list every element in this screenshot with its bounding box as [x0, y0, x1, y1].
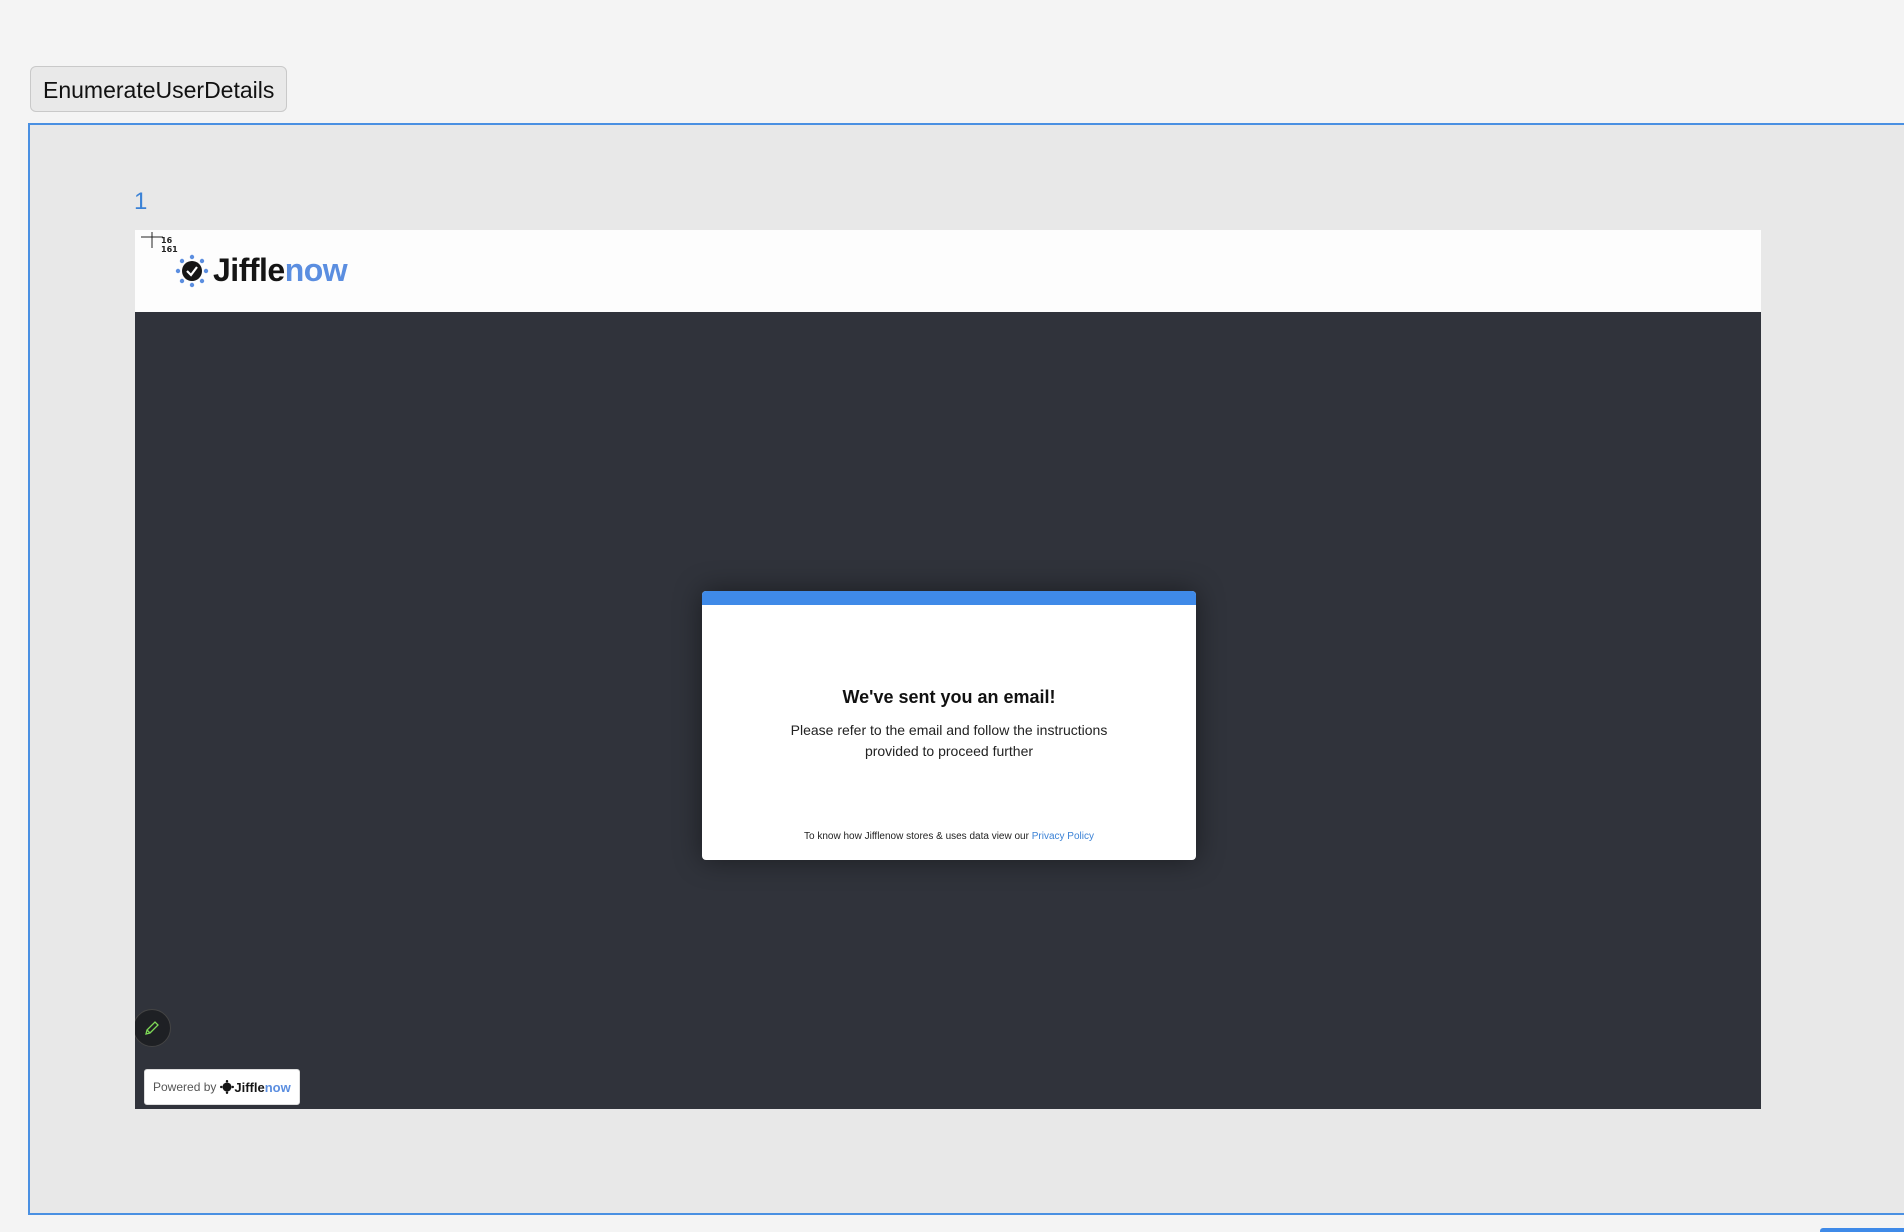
modal-accent-bar	[702, 591, 1196, 605]
powered-by-label: Powered by	[153, 1080, 217, 1094]
tab-enumerate-user-details[interactable]: EnumerateUserDetails	[30, 66, 288, 112]
page-screenshot: 16 161 Jifflenow We've sent you an email…	[135, 230, 1761, 1109]
modal-body-text: Please refer to the email and follow the…	[790, 722, 1108, 759]
app-header: 16 161 Jifflenow	[135, 230, 1761, 312]
email-sent-modal: We've sent you an email! Please refer to…	[702, 591, 1196, 860]
powered-by-logo: Jiffle now	[220, 1080, 291, 1095]
powered-by-badge[interactable]: Powered by Jiffle now	[144, 1069, 300, 1105]
logo-wordmark: Jifflenow	[213, 252, 348, 288]
corner-action-button[interactable]	[1820, 1228, 1904, 1232]
modal-footer: To know how Jifflenow stores & uses data…	[702, 831, 1196, 842]
pencil-icon	[145, 1021, 159, 1035]
modal-title: We've sent you an email!	[842, 687, 1056, 707]
jifflenow-logo[interactable]: Jifflenow	[175, 252, 348, 289]
gear-clock-logo-icon	[175, 254, 209, 287]
gear-clock-logo-icon	[220, 1080, 235, 1094]
crosshair-icon	[141, 232, 163, 248]
edit-button[interactable]	[135, 1009, 171, 1047]
page-index: 1	[134, 188, 148, 215]
privacy-policy-link[interactable]: Privacy Policy	[1032, 831, 1094, 842]
privacy-note: To know how Jifflenow stores & uses data…	[804, 831, 1032, 842]
